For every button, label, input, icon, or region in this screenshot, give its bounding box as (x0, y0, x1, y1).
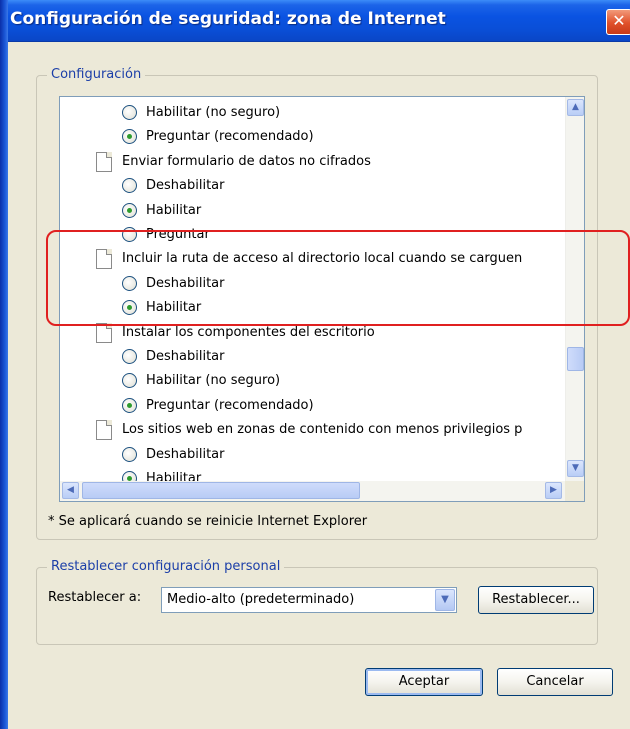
radio-label: Deshabilitar (146, 349, 225, 364)
setting-item: Instalar los componentes del escritorio (96, 321, 566, 345)
radio-option[interactable]: Deshabilitar (122, 345, 562, 369)
scroll-down-icon[interactable]: ▼ (567, 460, 584, 477)
restart-note: * Se aplicará cuando se reinicie Interne… (48, 514, 368, 529)
radio-label: Habilitar (146, 203, 202, 218)
radio-checked-icon[interactable] (122, 471, 137, 481)
document-icon (96, 152, 112, 172)
radio-label: Habilitar (146, 471, 202, 481)
title-bar: Configuración de seguridad: zona de Inte… (0, 0, 630, 42)
reset-group-legend: Restablecer configuración personal (47, 559, 285, 574)
radio-label: Preguntar (146, 227, 210, 242)
radio-label: Habilitar (no seguro) (146, 373, 281, 388)
radio-option[interactable]: Habilitar (122, 296, 562, 320)
radio-checked-icon[interactable] (122, 300, 137, 315)
setting-item-label: Los sitios web en zonas de contenido con… (122, 422, 523, 437)
scroll-corner (565, 481, 584, 501)
radio-label: Preguntar (recomendado) (146, 129, 314, 144)
radio-label: Preguntar (recomendado) (146, 398, 314, 413)
scroll-up-icon[interactable]: ▲ (567, 99, 584, 116)
reset-level-value: Medio-alto (predeterminado) (167, 592, 355, 607)
settings-group-legend: Configuración (47, 67, 146, 82)
dropdown-arrow-icon[interactable]: ▼ (435, 589, 455, 611)
radio-option[interactable]: Preguntar (recomendado) (122, 125, 562, 149)
document-icon (96, 420, 112, 440)
close-button[interactable]: ✕ (606, 9, 630, 35)
scroll-left-icon[interactable]: ◀ (62, 482, 79, 499)
radio-unchecked-icon[interactable] (122, 447, 137, 462)
radio-unchecked-icon[interactable] (122, 373, 137, 388)
radio-option[interactable]: Deshabilitar (122, 272, 562, 296)
setting-item-label: Instalar los componentes del escritorio (122, 325, 375, 340)
radio-unchecked-icon[interactable] (122, 349, 137, 364)
radio-option[interactable]: Habilitar (122, 199, 562, 223)
cancel-button[interactable]: Cancelar (497, 668, 613, 696)
radio-unchecked-icon[interactable] (122, 276, 137, 291)
radio-checked-icon[interactable] (122, 398, 137, 413)
reset-to-label: Restablecer a: (48, 590, 142, 605)
settings-rows: Habilitar (no seguro) Preguntar (recomend… (60, 97, 566, 481)
window-title: Configuración de seguridad: zona de Inte… (10, 9, 446, 29)
scroll-right-icon[interactable]: ▶ (545, 482, 562, 499)
radio-label: Habilitar (no seguro) (146, 105, 281, 120)
radio-option[interactable]: Preguntar (122, 223, 562, 247)
radio-option[interactable]: Deshabilitar (122, 443, 562, 467)
horizontal-scrollbar[interactable]: ◀ ▶ (60, 481, 565, 501)
vertical-scroll-thumb[interactable] (567, 347, 584, 371)
radio-checked-icon[interactable] (122, 203, 137, 218)
security-settings-dialog: Configuración de seguridad: zona de Inte… (0, 0, 630, 729)
radio-unchecked-icon[interactable] (122, 178, 137, 193)
window-left-border (0, 0, 8, 729)
radio-option[interactable]: Habilitar (no seguro) (122, 369, 562, 393)
horizontal-scroll-thumb[interactable] (82, 482, 360, 499)
radio-label: Deshabilitar (146, 447, 225, 462)
radio-unchecked-icon[interactable] (122, 105, 137, 120)
radio-label: Habilitar (146, 300, 202, 315)
vertical-scrollbar[interactable]: ▲ ▼ (565, 97, 584, 481)
setting-item-label: Incluir la ruta de acceso al directorio … (122, 251, 523, 266)
setting-item: Incluir la ruta de acceso al directorio … (96, 247, 566, 271)
radio-option[interactable]: Deshabilitar (122, 174, 562, 198)
settings-list[interactable]: Habilitar (no seguro) Preguntar (recomend… (59, 96, 585, 502)
radio-label: Deshabilitar (146, 276, 225, 291)
radio-option[interactable]: Habilitar (122, 467, 562, 481)
setting-item: Enviar formulario de datos no cifrados (96, 150, 566, 174)
radio-checked-icon[interactable] (122, 129, 137, 144)
reset-button[interactable]: Restablecer... (478, 586, 594, 614)
setting-item: Los sitios web en zonas de contenido con… (96, 418, 566, 442)
document-icon (96, 249, 112, 269)
reset-level-dropdown[interactable]: Medio-alto (predeterminado) ▼ (161, 587, 457, 613)
setting-item-label: Enviar formulario de datos no cifrados (122, 154, 371, 169)
radio-option[interactable]: Habilitar (no seguro) (122, 101, 562, 125)
ok-button[interactable]: Aceptar (365, 668, 483, 696)
radio-unchecked-icon[interactable] (122, 227, 137, 242)
radio-label: Deshabilitar (146, 178, 225, 193)
radio-option[interactable]: Preguntar (recomendado) (122, 394, 562, 418)
document-icon (96, 323, 112, 343)
